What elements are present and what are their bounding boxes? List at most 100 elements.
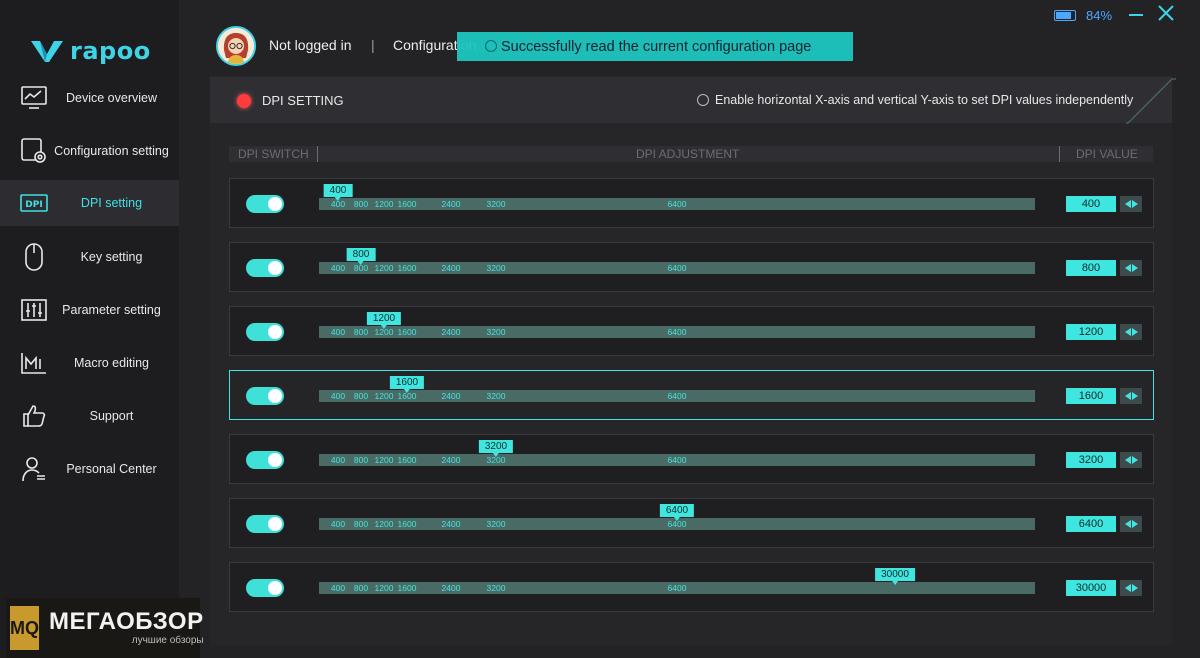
dpi-toggle[interactable] [246,195,284,213]
scale-tick: 6400 [667,455,687,465]
dpi-row[interactable]: 400 800 1200 1600 2400 3200 6400 400 400 [229,178,1154,228]
column-headers: DPI SWITCH DPI ADJUSTMENT DPI VALUE [229,146,1153,162]
sidebar-item-configuration[interactable]: Configuration setting [0,128,179,174]
dpi-toggle[interactable] [246,259,284,277]
dpi-value-field[interactable]: 30000 [1066,580,1116,596]
dpi-slider-handle[interactable]: 30000 [875,568,915,585]
dpi-slider-handle[interactable]: 400 [323,184,353,201]
dpi-toggle[interactable] [246,515,284,533]
dpi-toggle[interactable] [246,579,284,597]
dpi-slider-handle[interactable]: 1200 [366,312,402,329]
dpi-stepper[interactable] [1120,580,1142,596]
dpi-slider-track[interactable]: 400 800 1200 1600 2400 3200 6400 1600 [319,376,1035,402]
dpi-toggle[interactable] [246,387,284,405]
sidebar-item-device-overview[interactable]: Device overview [0,75,179,121]
sidebar-item-macro[interactable]: Macro editing [0,340,179,386]
watermark-subtitle: лучшие обзоры [131,635,204,646]
dpi-slider-track[interactable]: 400 800 1200 1600 2400 3200 6400 6400 [319,504,1035,530]
decrement-arrow-icon[interactable] [1124,200,1131,208]
dpi-stepper[interactable] [1120,324,1142,340]
decrement-arrow-icon[interactable] [1124,584,1131,592]
increment-arrow-icon[interactable] [1131,584,1138,592]
dpi-stepper[interactable] [1120,516,1142,532]
avatar-icon [218,28,254,64]
dpi-row[interactable]: 400 800 1200 1600 2400 3200 6400 3200 3200 [229,434,1154,484]
sidebar-item-dpi[interactable]: DPI DPI setting [0,180,179,226]
record-dot-icon [237,94,251,108]
increment-arrow-icon[interactable] [1131,200,1138,208]
scale-tick: 1600 [397,519,417,529]
decrement-arrow-icon[interactable] [1124,456,1131,464]
close-button[interactable] [1156,4,1176,24]
sidebar-item-parameter[interactable]: Parameter setting [0,287,179,333]
scale-tick: 2400 [441,455,461,465]
scale-tick: 1200 [374,455,394,465]
dpi-value-field[interactable]: 800 [1066,260,1116,276]
scale-tick: 3200 [486,519,506,529]
dpi-toggle[interactable] [246,323,284,341]
dpi-slider-track[interactable]: 400 800 1200 1600 2400 3200 6400 400 [319,184,1035,210]
scale-tick: 800 [353,455,369,465]
dpi-row[interactable]: 400 800 1200 1600 2400 3200 6400 30000 30000 [229,562,1154,612]
dpi-row[interactable]: 400 800 1200 1600 2400 3200 6400 1600 1600 [229,370,1154,420]
sidebar-item-label: Parameter setting [62,303,161,317]
sidebar-item-key-setting[interactable]: Key setting [0,234,179,280]
dpi-toggle[interactable] [246,451,284,469]
scale-tick: 1200 [374,519,394,529]
header-corner-decoration [1126,78,1176,124]
dpi-stepper[interactable] [1120,260,1142,276]
increment-arrow-icon[interactable] [1131,264,1138,272]
dpi-stepper[interactable] [1120,452,1142,468]
decrement-arrow-icon[interactable] [1124,392,1131,400]
decrement-arrow-icon[interactable] [1124,520,1131,528]
sidebar-item-personal-center[interactable]: Personal Center [0,446,179,492]
scale-tick: 800 [353,583,369,593]
login-status[interactable]: Not logged in [269,37,352,53]
increment-arrow-icon[interactable] [1131,520,1138,528]
increment-arrow-icon[interactable] [1131,328,1138,336]
dpi-slider-handle[interactable]: 1600 [389,376,425,393]
scale-tick: 800 [353,199,369,209]
dpi-row[interactable]: 400 800 1200 1600 2400 3200 6400 1200 1200 [229,306,1154,356]
avatar[interactable] [216,26,256,66]
dpi-slider-track[interactable]: 400 800 1200 1600 2400 3200 6400 1200 [319,312,1035,338]
logo-text: rapoo [70,37,151,65]
toast-text: Successfully read the current configurat… [501,38,812,55]
increment-arrow-icon[interactable] [1131,392,1138,400]
dpi-value-field[interactable]: 1600 [1066,388,1116,404]
scale-tick: 400 [330,263,346,273]
dpi-row[interactable]: 400 800 1200 1600 2400 3200 6400 6400 6400 [229,498,1154,548]
xy-independent-label[interactable]: Enable horizontal X-axis and vertical Y-… [715,93,1133,107]
minimize-button[interactable] [1129,4,1145,24]
increment-arrow-icon[interactable] [1131,456,1138,464]
sidebar-item-support[interactable]: Support [0,393,179,439]
dpi-slider-track[interactable]: 400 800 1200 1600 2400 3200 6400 800 [319,248,1035,274]
decrement-arrow-icon[interactable] [1124,328,1131,336]
decrement-arrow-icon[interactable] [1124,264,1131,272]
dpi-slider-handle[interactable]: 800 [346,248,376,265]
close-icon [1158,5,1174,21]
scale-tick: 2400 [441,327,461,337]
col-dpi-switch: DPI SWITCH [238,147,309,161]
rapoo-logo-icon [30,38,64,64]
dpi-slider-handle[interactable]: 3200 [478,440,514,457]
dpi-slider-track[interactable]: 400 800 1200 1600 2400 3200 6400 30000 [319,568,1035,594]
scale-tick: 400 [330,583,346,593]
scale-tick: 6400 [667,391,687,401]
scale-tick: 1200 [374,263,394,273]
dpi-row[interactable]: 400 800 1200 1600 2400 3200 6400 800 800 [229,242,1154,292]
dpi-value-field[interactable]: 1200 [1066,324,1116,340]
dpi-value-field[interactable]: 6400 [1066,516,1116,532]
dpi-value-field[interactable]: 3200 [1066,452,1116,468]
dpi-slider-track[interactable]: 400 800 1200 1600 2400 3200 6400 3200 [319,440,1035,466]
xy-independent-radio[interactable] [697,94,709,106]
dpi-slider-handle[interactable]: 6400 [659,504,695,521]
scale-tick: 1600 [397,263,417,273]
column-divider [1059,146,1060,162]
sidebar: rapoo Device overview Configuration sett… [0,0,179,658]
dpi-value-field[interactable]: 400 [1066,196,1116,212]
dpi-stepper[interactable] [1120,196,1142,212]
scale-tick: 800 [353,391,369,401]
scale-tick: 2400 [441,263,461,273]
dpi-stepper[interactable] [1120,388,1142,404]
